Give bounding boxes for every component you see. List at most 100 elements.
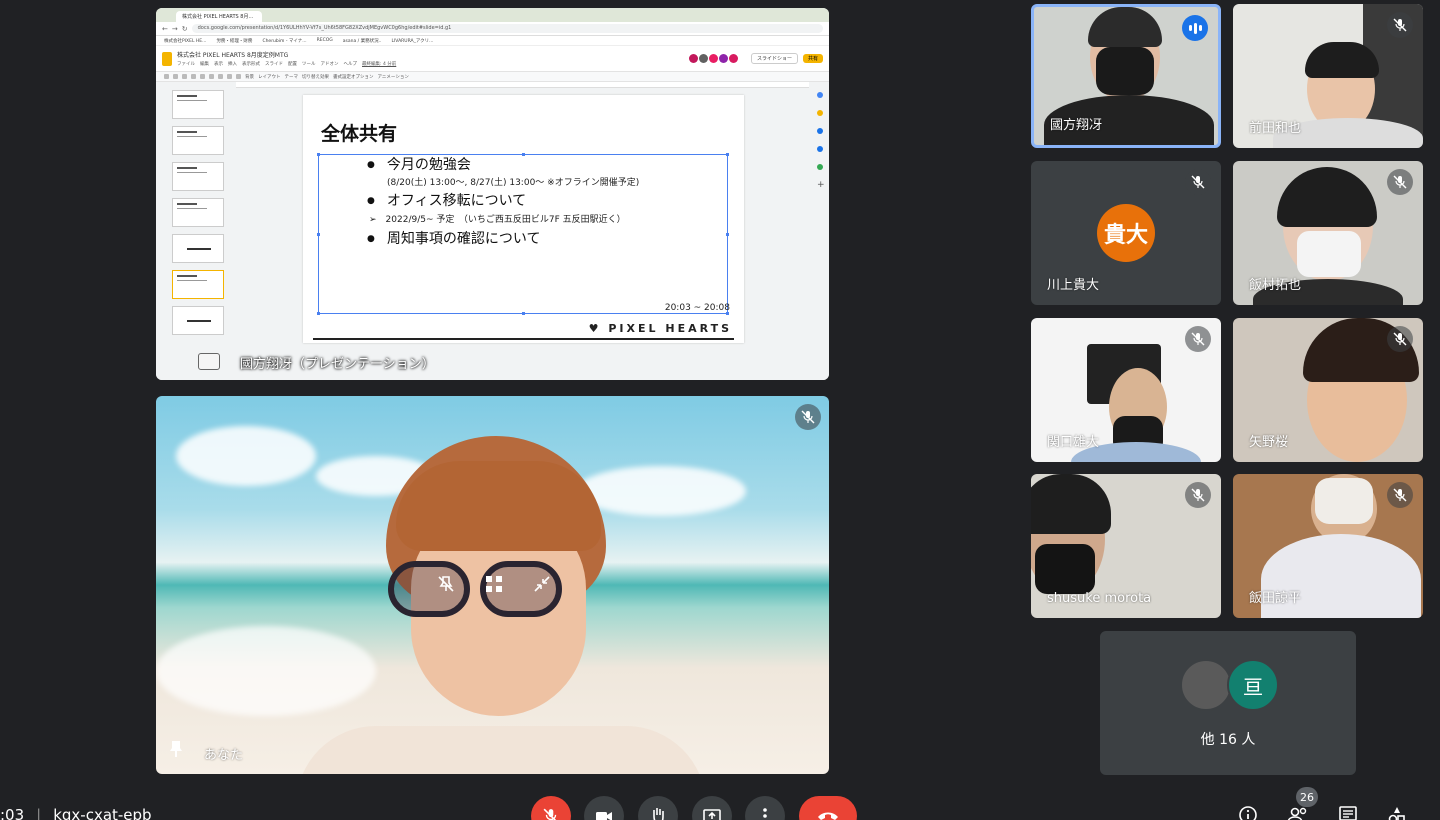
slide-thumbnail-active[interactable] — [172, 270, 224, 299]
chat-icon[interactable] — [1337, 804, 1359, 820]
calendar-icon[interactable] — [817, 92, 823, 98]
bookmarks-bar: 株式会社PIXEL HE... 労務・経理・財務 Cherubim - マイナ.… — [156, 36, 829, 46]
tasks-icon[interactable] — [817, 128, 823, 134]
add-icon[interactable]: + — [817, 181, 825, 190]
meeting-details-icon[interactable] — [1237, 804, 1259, 820]
slide-thumbnail[interactable] — [172, 126, 224, 155]
toolbar-item[interactable]: 切り替え効果 — [302, 74, 329, 80]
menu-item[interactable]: 配置 — [288, 61, 297, 67]
participant-tile[interactable]: 前田和也 — [1233, 4, 1423, 148]
slide-thumbnail[interactable] — [172, 162, 224, 191]
menu-item[interactable]: 挿入 — [228, 61, 237, 67]
toolbar-item[interactable]: アニメーション — [378, 74, 409, 80]
bookmark-item[interactable]: LIVARURA_アクリ... — [391, 38, 433, 44]
bookmark-item[interactable]: 労務・経理・財務 — [216, 38, 252, 44]
toolbar-item[interactable]: レイアウト — [258, 74, 281, 80]
menu-item[interactable]: スライド — [265, 61, 283, 67]
menu-item[interactable]: 表示 — [214, 61, 223, 67]
slide-thumbnail[interactable] — [172, 306, 224, 335]
meet-window: 株式会社 PIXEL HEARTS 8月... ← → ↻ docs.googl… — [0, 0, 1440, 820]
toolbar-item[interactable]: 書式設定オプション — [333, 74, 374, 80]
reload-icon[interactable]: ↻ — [182, 25, 188, 33]
end-call-button[interactable] — [799, 796, 857, 820]
divider: | — [36, 806, 42, 820]
slide-thumbnail[interactable] — [172, 90, 224, 119]
mic-toggle-button[interactable] — [531, 796, 571, 820]
people-icon[interactable] — [1287, 804, 1309, 820]
shape-icon[interactable] — [227, 74, 232, 79]
self-video-tile[interactable]: あなた — [156, 396, 829, 774]
presentation-icon — [198, 353, 220, 370]
raise-hand-button[interactable] — [638, 796, 678, 820]
avatar: 貴大 — [1097, 204, 1155, 262]
participant-tile[interactable]: 飯田諒平 — [1233, 474, 1423, 618]
keep-icon[interactable] — [817, 110, 823, 116]
bookmark-item[interactable]: RECOG — [317, 38, 333, 43]
participant-name: 飯田諒平 — [1249, 591, 1302, 606]
bullet-item: ● 周知事項の確認について — [367, 231, 541, 247]
more-options-button[interactable] — [745, 796, 785, 820]
avatar[interactable] — [728, 54, 738, 63]
participant-tile[interactable]: 飯村拓也 — [1233, 161, 1423, 305]
line-icon[interactable] — [236, 74, 241, 79]
menu-item[interactable]: 表示形式 — [242, 61, 260, 67]
participant-tile[interactable]: shusuke morota — [1031, 474, 1221, 618]
slide-canvas[interactable]: 全体共有 ● 今月の勉強会 (8/20(土) 13:00〜, 8/27(土) 13… — [303, 95, 744, 343]
browser-address-bar: ← → ↻ docs.google.com/presentation/d/1Y6… — [156, 22, 829, 36]
camera-toggle-button[interactable] — [584, 796, 624, 820]
doc-title[interactable]: 株式会社 PIXEL HEARTS 8月度定例MTG — [177, 50, 396, 59]
menu-item[interactable]: 編集 — [200, 61, 209, 67]
minimize-icon[interactable] — [530, 572, 554, 596]
menu-item[interactable]: ファイル — [177, 61, 195, 67]
avatar[interactable] — [688, 54, 698, 63]
avatar[interactable] — [708, 54, 718, 63]
participant-tile[interactable]: 國方翔冴 — [1031, 4, 1221, 148]
mic-off-icon — [1387, 12, 1413, 38]
slide-thumbnail[interactable] — [172, 234, 224, 263]
back-icon[interactable]: ← — [162, 25, 168, 33]
participant-tile[interactable]: 貴大 川上貴大 — [1031, 161, 1221, 305]
more-participants-label: 他 16 人 — [1200, 732, 1256, 748]
bullet-text: オフィス移転について — [386, 193, 527, 209]
bookmark-item[interactable]: Cherubim - マイナ... — [262, 38, 306, 44]
participant-tile[interactable]: 関口雄大 — [1031, 318, 1221, 462]
undo-icon[interactable] — [164, 74, 169, 79]
toolbar-item[interactable]: テーマ — [285, 74, 299, 80]
redo-icon[interactable] — [173, 74, 178, 79]
slides-logo-icon — [162, 51, 172, 66]
activities-icon[interactable] — [1386, 804, 1408, 820]
bullet-list: ● 今月の勉強会 (8/20(土) 13:00〜, 8/27(土) 13:00〜 … — [367, 155, 639, 249]
avatar[interactable] — [698, 54, 708, 63]
slideshow-button[interactable]: スライドショー — [750, 53, 798, 64]
contacts-icon[interactable] — [817, 146, 823, 152]
maps-icon[interactable] — [817, 164, 823, 170]
last-edit-link[interactable]: 最終編集: 4 分前 — [362, 61, 396, 67]
bookmark-item[interactable]: 株式会社PIXEL HE... — [164, 38, 206, 44]
side-panel: + — [815, 92, 825, 190]
menu-item[interactable]: ヘルプ — [344, 61, 358, 67]
print-icon[interactable] — [182, 74, 187, 79]
meeting-info: :03 | kqx-cxat-epb — [0, 806, 152, 820]
zoom-icon[interactable] — [191, 74, 196, 79]
toolbar-item[interactable]: 背景 — [245, 74, 254, 80]
present-screen-button[interactable] — [692, 796, 732, 820]
textbox-icon[interactable] — [209, 74, 214, 79]
select-icon[interactable] — [200, 74, 205, 79]
url-field[interactable]: docs.google.com/presentation/d/1Y6ULHhYV… — [191, 24, 823, 33]
forward-icon[interactable]: → — [172, 25, 178, 33]
slide-thumbnail[interactable] — [172, 198, 224, 227]
mic-off-icon — [1185, 326, 1211, 352]
menu-item[interactable]: アドオン — [321, 61, 339, 67]
share-button[interactable]: 共有 — [802, 54, 823, 63]
unpin-icon[interactable] — [434, 572, 458, 596]
presentation-tile[interactable]: 株式会社 PIXEL HEARTS 8月... ← → ↻ docs.googl… — [156, 8, 829, 380]
participant-tile[interactable]: 矢野桜 — [1233, 318, 1423, 462]
menu-item[interactable]: ツール — [302, 61, 316, 67]
frame-icon[interactable] — [482, 572, 506, 596]
avatar[interactable] — [718, 54, 728, 63]
meeting-code[interactable]: kqx-cxat-epb — [53, 806, 151, 820]
browser-tab[interactable]: 株式会社 PIXEL HEARTS 8月... — [176, 11, 262, 22]
more-participants-tile[interactable]: 亘 他 16 人 — [1100, 631, 1356, 775]
bookmark-item[interactable]: asana / 業務状況.. — [343, 38, 382, 44]
image-icon[interactable] — [218, 74, 223, 79]
